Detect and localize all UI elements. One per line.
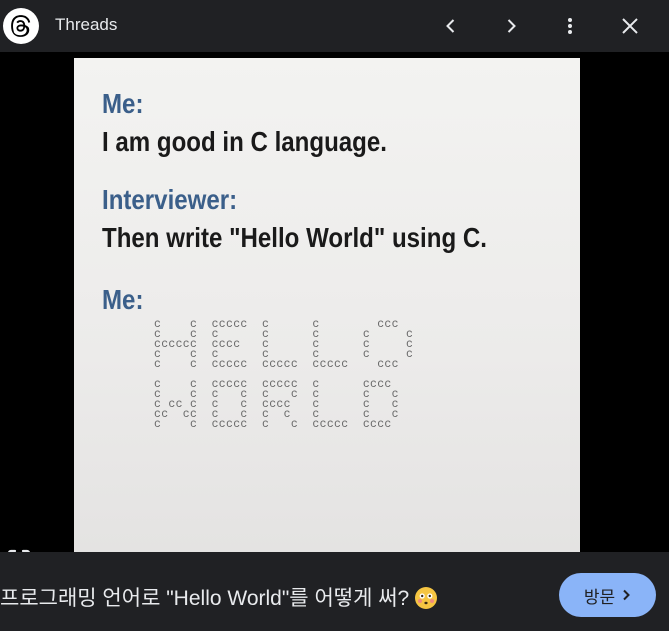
visit-button-label: 방문 <box>583 587 616 607</box>
app-title: Threads <box>55 15 118 34</box>
threads-logo-icon <box>3 8 39 44</box>
ascii-hello-world-art: c c ccccc c c ccc c c c c c c c cccccc c… <box>154 318 414 431</box>
caption-text: 프로그래밍 언어로 "Hello World"를 어떻게 써? <box>0 587 410 610</box>
visit-button[interactable]: 방문 <box>559 573 656 617</box>
previous-button[interactable] <box>437 12 465 40</box>
chevron-right-icon <box>507 19 516 33</box>
more-options-button[interactable] <box>556 12 584 40</box>
chevron-right-icon <box>623 589 631 601</box>
meme-speech-line: Then write "Hello World" using C. <box>102 222 487 253</box>
image-viewer: Me: I am good in C language. Interviewer… <box>0 52 669 573</box>
more-vert-icon <box>568 18 572 34</box>
meme-speaker-me: Me: <box>102 284 144 315</box>
meme-speaker-me: Me: <box>102 88 144 119</box>
next-button[interactable] <box>497 12 525 40</box>
image-caption: 프로그래밍 언어로 "Hello World"를 어떻게 써? <box>0 582 438 612</box>
footer-bar: 프로그래밍 언어로 "Hello World"를 어떻게 써? 방문 <box>0 552 669 631</box>
close-icon <box>622 18 638 34</box>
meme-speech-line: I am good in C language. <box>102 126 387 157</box>
close-button[interactable] <box>616 12 644 40</box>
flushed-face-icon <box>415 587 438 609</box>
meme-image: Me: I am good in C language. Interviewer… <box>74 58 580 552</box>
top-bar: Threads <box>0 0 669 52</box>
meme-speaker-interviewer: Interviewer: <box>102 184 238 215</box>
chevron-left-icon <box>446 19 455 33</box>
